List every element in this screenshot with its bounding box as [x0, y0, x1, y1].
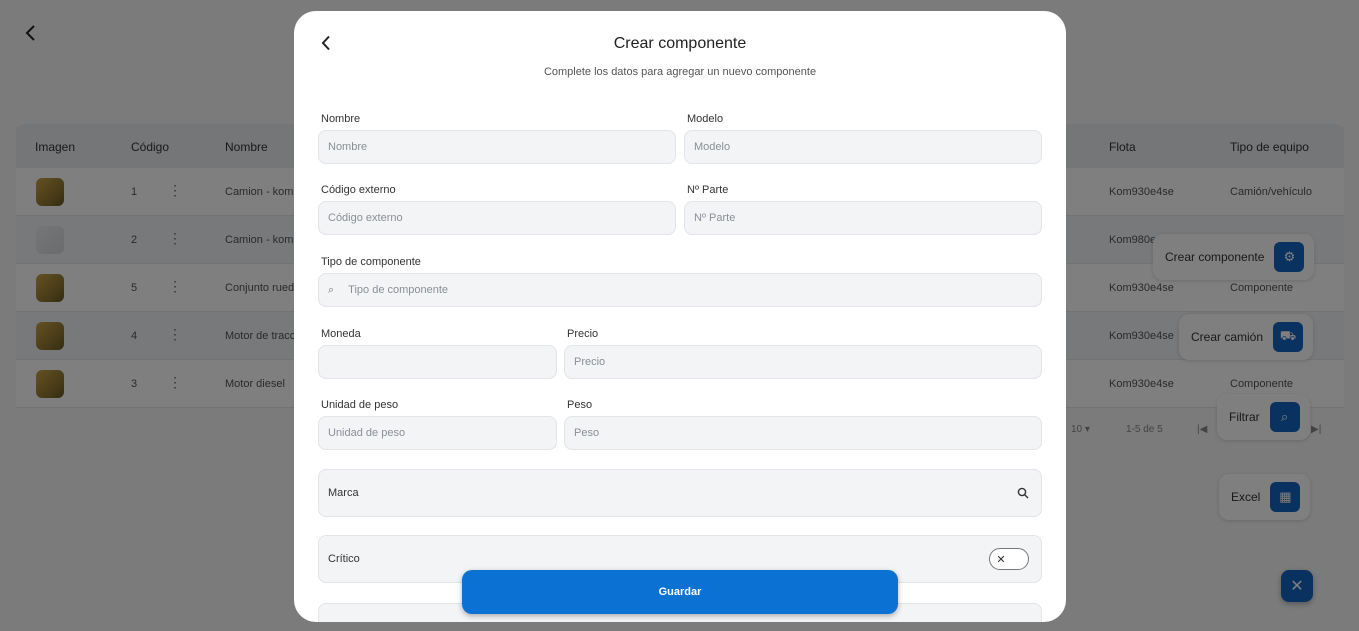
search-icon[interactable] — [1017, 487, 1029, 499]
marca-search-field[interactable]: Marca — [318, 469, 1042, 517]
peso-input[interactable] — [574, 427, 1041, 439]
create-component-dialog: Crear componente Complete los datos para… — [294, 11, 1066, 622]
precio-label: Precio — [567, 328, 599, 340]
search-icon: ⌕ — [328, 283, 335, 296]
dialog-title: Crear componente — [613, 35, 747, 52]
peso-label: Peso — [567, 399, 593, 411]
n-parte-input[interactable] — [694, 212, 1041, 224]
n-parte-label: Nº Parte — [687, 184, 729, 196]
critico-toggle[interactable]: ✕ — [989, 548, 1029, 570]
tipo-componente-label: Tipo de componente — [321, 256, 421, 268]
codigo-externo-field[interactable] — [318, 201, 676, 235]
codigo-externo-input[interactable] — [328, 212, 675, 224]
unidad-peso-field[interactable] — [318, 416, 557, 450]
marca-label: Marca — [328, 487, 359, 499]
nombre-label: Nombre — [321, 113, 361, 125]
tipo-componente-field[interactable]: ⌕ — [318, 273, 1042, 307]
codigo-externo-label: Código externo — [321, 184, 396, 196]
nombre-field[interactable] — [318, 130, 676, 164]
nombre-input[interactable] — [328, 141, 675, 153]
dialog-subtitle: Complete los datos para agregar un nuevo… — [543, 66, 817, 78]
precio-field[interactable] — [564, 345, 1042, 379]
unidad-peso-input[interactable] — [328, 427, 556, 439]
precio-input[interactable] — [574, 356, 1041, 368]
tipo-componente-input[interactable] — [348, 284, 1041, 296]
n-parte-field[interactable] — [684, 201, 1042, 235]
moneda-label: Moneda — [321, 328, 361, 340]
moneda-field[interactable] — [318, 345, 557, 379]
close-icon: ✕ — [996, 553, 1006, 566]
modelo-input[interactable] — [694, 141, 1041, 153]
modelo-field[interactable] — [684, 130, 1042, 164]
critico-label: Crítico — [328, 553, 360, 565]
peso-field[interactable] — [564, 416, 1042, 450]
modelo-label: Modelo — [687, 113, 724, 125]
save-button[interactable]: Guardar — [462, 570, 898, 614]
moneda-input[interactable] — [328, 356, 556, 368]
unidad-peso-label: Unidad de peso — [321, 399, 399, 411]
